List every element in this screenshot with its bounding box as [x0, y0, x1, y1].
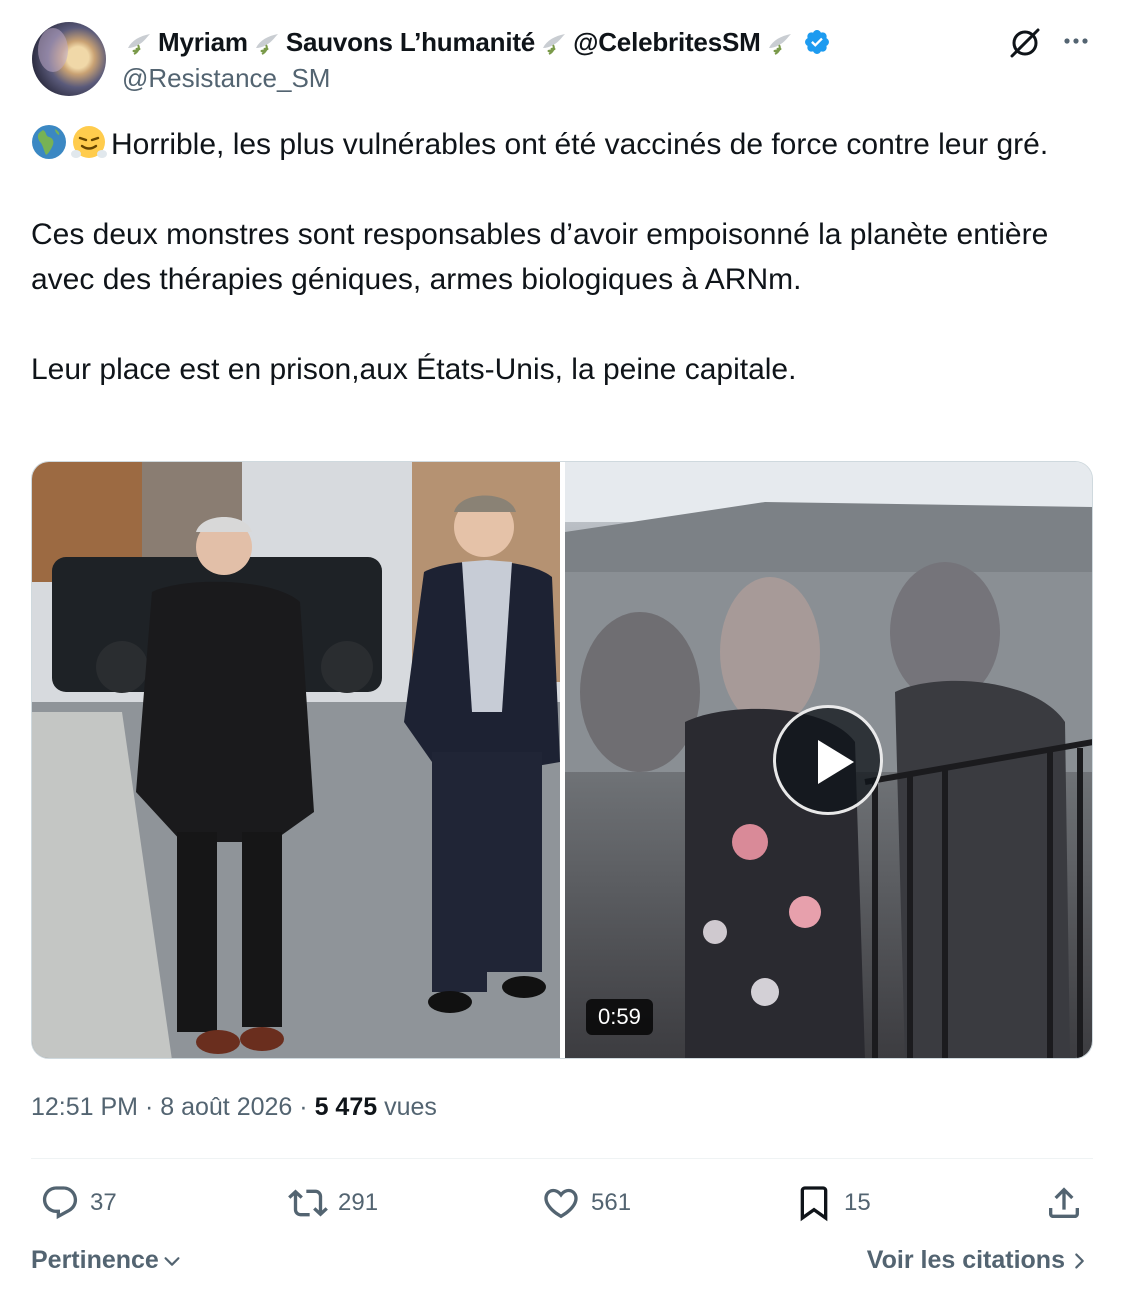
grok-icon[interactable]	[1007, 25, 1043, 61]
bookmark-button[interactable]: 15	[794, 1182, 871, 1224]
bookmark-icon	[800, 1186, 828, 1222]
view-quotes-link[interactable]: Voir les citations	[867, 1246, 1089, 1275]
tweet-time[interactable]: 12:51 PM	[31, 1093, 138, 1121]
view-quotes-label: Voir les citations	[866, 1246, 1065, 1274]
reply-count: 37	[90, 1189, 117, 1216]
reply-button[interactable]: 37	[40, 1182, 117, 1224]
media-video[interactable]: 0:59	[565, 462, 1092, 1058]
video-duration: 0:59	[586, 999, 653, 1035]
tweet-paragraph-3: Leur place est en prison,aux États-Unis,…	[31, 353, 797, 386]
verified-badge-icon[interactable]	[803, 28, 831, 56]
media-grid: 0:59	[31, 461, 1093, 1059]
sort-label: Pertinence	[31, 1246, 159, 1274]
repost-count: 291	[338, 1189, 379, 1216]
bookmark-count: 15	[844, 1189, 871, 1216]
views-label: vues	[384, 1093, 437, 1121]
media-photo[interactable]	[32, 462, 560, 1058]
earth-africa-emoji	[32, 125, 66, 159]
tweet-line-1: Horrible, les plus vulnérables ont été v…	[111, 128, 1049, 161]
share-icon	[1049, 1187, 1079, 1218]
tweet-meta: 12:51 PM · 8 août 2026 · 5 475 vues	[31, 1093, 437, 1122]
repost-button[interactable]: 291	[288, 1182, 378, 1224]
author-name-part-3[interactable]: @CelebritesSM	[573, 27, 761, 58]
dove-olive-branch-icon	[255, 34, 278, 55]
author-avatar[interactable]	[32, 22, 106, 96]
tweet-date[interactable]: 8 août 2026	[160, 1093, 292, 1121]
meta-separator: ·	[144, 1093, 154, 1121]
chevron-down-icon	[164, 1256, 180, 1266]
author-name-part-2[interactable]: Sauvons L’humanité	[286, 27, 535, 58]
repost-icon	[288, 1189, 328, 1217]
dove-olive-branch-icon	[768, 34, 791, 55]
meta-separator: ·	[299, 1093, 308, 1121]
divider	[31, 1158, 1093, 1159]
reply-icon	[42, 1186, 78, 1220]
play-video-button[interactable]	[773, 705, 883, 815]
tweet-text: Horrible, les plus vulnérables ont été v…	[31, 122, 1091, 392]
photo-illustration	[32, 462, 560, 1058]
like-count: 561	[591, 1189, 632, 1216]
author-name-row[interactable]: Myriam Sauvons L’humanité @CelebritesSM	[122, 26, 831, 58]
author-handle[interactable]: @Resistance_SM	[122, 63, 330, 94]
tweet-paragraph-1: Horrible, les plus vulnérables ont été v…	[31, 122, 1091, 167]
like-button[interactable]: 561	[541, 1182, 631, 1224]
tweet-paragraph-2: Ces deux monstres sont responsables d’av…	[31, 218, 1049, 296]
author-name-part-1[interactable]: Myriam	[158, 27, 248, 58]
face-with-steam-emoji	[71, 126, 107, 158]
views-count: 5 475	[314, 1093, 378, 1121]
share-button[interactable]	[1044, 1182, 1084, 1224]
more-options-icon[interactable]	[1060, 25, 1092, 57]
sort-dropdown[interactable]: Pertinence	[31, 1246, 183, 1275]
chevron-right-icon	[1075, 1252, 1084, 1269]
heart-icon	[544, 1188, 578, 1219]
dove-olive-branch-icon	[128, 34, 150, 55]
dove-olive-branch-icon	[543, 34, 566, 55]
